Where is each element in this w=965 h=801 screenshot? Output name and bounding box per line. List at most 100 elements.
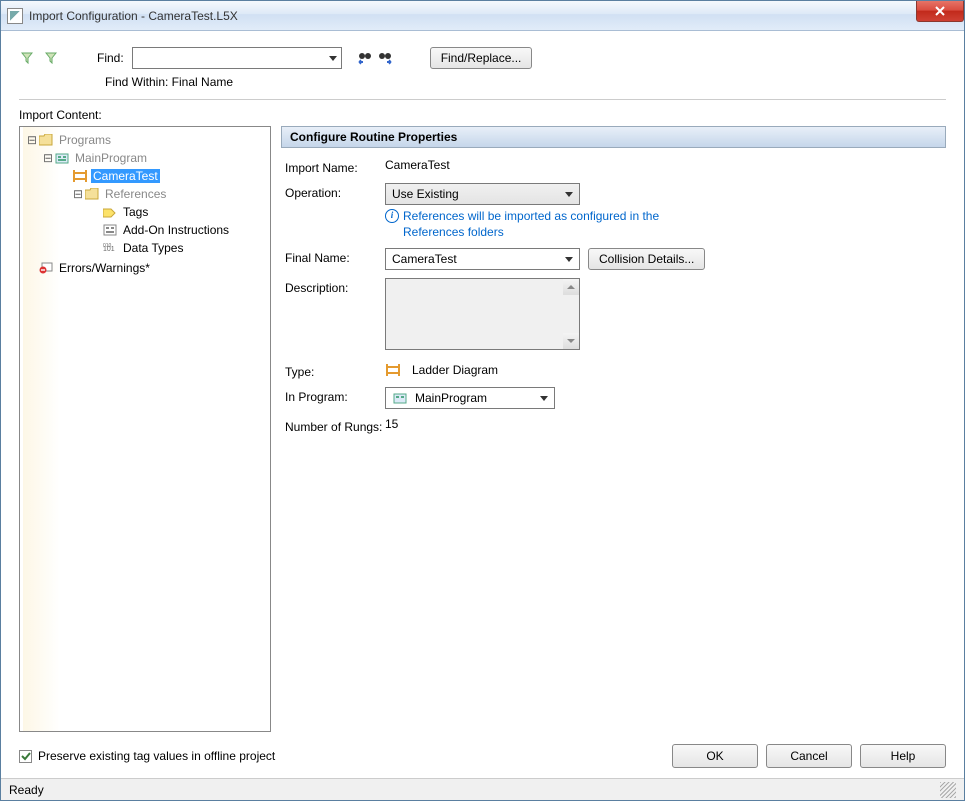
collapse-icon[interactable]: ⊟ <box>42 151 54 165</box>
app-icon <box>7 8 23 24</box>
chevron-down-icon <box>565 257 573 262</box>
tag-icon <box>102 204 118 220</box>
chevron-down-icon <box>540 396 548 401</box>
final-name-value: CameraTest <box>392 252 457 266</box>
import-name-value: CameraTest <box>385 158 942 172</box>
ok-button[interactable]: OK <box>672 744 758 768</box>
props-body: Import Name: CameraTest Operation: Use E… <box>281 148 946 453</box>
scroll-down-button[interactable] <box>563 333 579 349</box>
filter-next-icon[interactable] <box>43 50 59 66</box>
collapse-icon[interactable]: ⊟ <box>26 133 38 147</box>
binoc-group <box>356 49 394 67</box>
tree-panel[interactable]: ⊟ Programs ⊟ MainProgram <box>19 126 271 732</box>
type-value: Ladder Diagram <box>412 363 498 377</box>
arrow-down-icon <box>567 339 575 343</box>
program-icon <box>54 150 70 166</box>
scroll-up-button[interactable] <box>563 279 579 295</box>
datatype-icon: 101010 <box>102 240 118 256</box>
operation-row: Operation: Use Existing <box>285 183 942 205</box>
titlebar: Import Configuration - CameraTest.L5X <box>1 1 964 31</box>
tree-datatypes[interactable]: 101010 Data Types <box>22 239 268 257</box>
close-icon <box>934 5 946 17</box>
operation-label: Operation: <box>285 183 385 200</box>
statusbar: Ready <box>1 778 964 800</box>
tree-label: MainProgram <box>73 151 149 165</box>
final-name-label: Final Name: <box>285 248 385 265</box>
find-row: Find: Find/Replace... <box>19 47 946 69</box>
window-title: Import Configuration - CameraTest.L5X <box>29 9 238 23</box>
footer-row: Preserve existing tag values in offline … <box>19 732 946 778</box>
rungs-value: 15 <box>385 417 942 431</box>
tree-references[interactable]: ⊟ References <box>22 185 268 203</box>
type-label: Type: <box>285 362 385 379</box>
description-row: Description: <box>285 278 942 350</box>
find-prev-icon[interactable] <box>356 49 374 67</box>
check-icon <box>21 751 31 761</box>
tree-label: Errors/Warnings* <box>57 261 152 275</box>
content-area: Find: Find/Replace... Find Within: Final… <box>1 31 964 778</box>
error-icon <box>38 260 54 276</box>
collapse-icon[interactable]: ⊟ <box>72 187 84 201</box>
divider <box>19 99 946 100</box>
find-next-icon[interactable] <box>376 49 394 67</box>
chevron-down-icon <box>329 56 337 61</box>
tree-addon[interactable]: Add-On Instructions <box>22 221 268 239</box>
collision-details-button[interactable]: Collision Details... <box>588 248 705 270</box>
tree-label: CameraTest <box>91 169 160 183</box>
tree-label: References <box>103 187 168 201</box>
tree-label: Programs <box>57 133 113 147</box>
info-text: i References will be imported as configu… <box>385 209 685 240</box>
description-label: Description: <box>285 278 385 295</box>
type-row: Type: Ladder Diagram <box>285 362 942 379</box>
folder-icon <box>84 186 100 202</box>
tree-cameratest[interactable]: CameraTest <box>22 167 268 185</box>
final-name-row: Final Name: CameraTest Collision Details… <box>285 248 942 270</box>
help-button[interactable]: Help <box>860 744 946 768</box>
props-header: Configure Routine Properties <box>281 126 946 148</box>
tree: ⊟ Programs ⊟ MainProgram <box>22 131 268 277</box>
footer-buttons: OK Cancel Help <box>672 744 946 768</box>
svg-text:010: 010 <box>103 243 112 249</box>
find-within-label: Find Within: Final Name <box>105 75 946 89</box>
tree-programs[interactable]: ⊟ Programs <box>22 131 268 149</box>
rungs-row: Number of Rungs: 15 <box>285 417 942 434</box>
find-label: Find: <box>97 51 124 65</box>
props-panel: Configure Routine Properties Import Name… <box>281 126 946 732</box>
in-program-label: In Program: <box>285 387 385 404</box>
in-program-dropdown[interactable]: MainProgram <box>385 387 555 409</box>
tree-mainprogram[interactable]: ⊟ MainProgram <box>22 149 268 167</box>
preserve-label: Preserve existing tag values in offline … <box>38 749 275 763</box>
import-name-label: Import Name: <box>285 158 385 175</box>
import-name-row: Import Name: CameraTest <box>285 158 942 175</box>
import-content-label: Import Content: <box>19 108 946 122</box>
find-replace-button[interactable]: Find/Replace... <box>430 47 533 69</box>
info-message: References will be imported as configure… <box>403 209 685 240</box>
in-program-row: In Program: MainProgram <box>285 387 942 409</box>
in-program-value: MainProgram <box>415 391 487 405</box>
cancel-button[interactable]: Cancel <box>766 744 852 768</box>
close-button[interactable] <box>916 1 964 22</box>
addon-icon <box>102 222 118 238</box>
chevron-down-icon <box>565 192 573 197</box>
tree-label: Add-On Instructions <box>121 223 231 237</box>
rungs-label: Number of Rungs: <box>285 417 385 434</box>
folder-icon <box>38 132 54 148</box>
description-textarea[interactable] <box>385 278 580 350</box>
info-icon: i <box>385 209 399 223</box>
find-combo[interactable] <box>132 47 342 69</box>
filter-prev-icon[interactable] <box>19 50 35 66</box>
preserve-checkbox[interactable] <box>19 750 32 763</box>
ladder-icon <box>385 362 401 378</box>
resize-grip[interactable] <box>940 782 956 798</box>
ladder-icon <box>72 168 88 184</box>
preserve-checkbox-wrap[interactable]: Preserve existing tag values in offline … <box>19 749 275 763</box>
tree-tags[interactable]: Tags <box>22 203 268 221</box>
operation-dropdown[interactable]: Use Existing <box>385 183 580 205</box>
program-icon <box>392 390 408 406</box>
tree-errors[interactable]: Errors/Warnings* <box>22 259 268 277</box>
status-text: Ready <box>9 783 44 797</box>
tree-label: Tags <box>121 205 150 219</box>
final-name-dropdown[interactable]: CameraTest <box>385 248 580 270</box>
import-config-window: Import Configuration - CameraTest.L5X Fi… <box>0 0 965 801</box>
arrow-up-icon <box>567 285 575 289</box>
